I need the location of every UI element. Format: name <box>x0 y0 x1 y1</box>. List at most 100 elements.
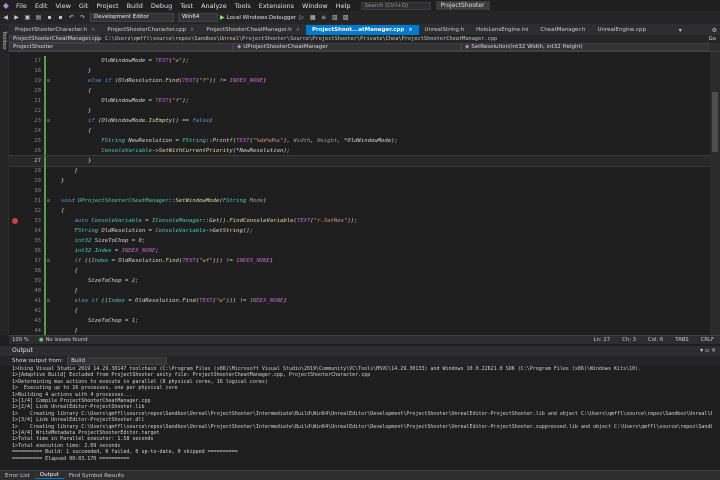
menu-help[interactable]: Help <box>332 2 355 10</box>
close-icon[interactable]: × <box>91 25 95 35</box>
code-line[interactable]: 21 OldWindowMode = TEXT("f"); <box>9 96 710 106</box>
save-all-icon[interactable]: ▪ <box>56 13 65 22</box>
fold-toggle-icon[interactable]: ⊟ <box>47 116 50 126</box>
menu-git[interactable]: Git <box>75 2 92 10</box>
panel-controls-icon[interactable]: ▾ ▫ × <box>700 346 716 356</box>
indent-mode[interactable]: TABS <box>675 337 688 343</box>
code-line[interactable]: 28 } <box>9 166 710 176</box>
open-folder-icon[interactable]: ▤ <box>34 13 43 22</box>
menu-test[interactable]: Test <box>176 2 197 10</box>
code-token: , *OldWindowMode); <box>337 138 398 144</box>
code-line[interactable]: 40 } <box>9 286 710 296</box>
editor-scrollbar[interactable] <box>710 52 720 335</box>
menu-tools[interactable]: Tools <box>231 2 255 10</box>
tab-cheatmanager-cpp[interactable]: ProjectShoot...atManager.cpp × <box>305 25 419 35</box>
code-line[interactable]: 37 ⊟ if ((Index = OldResolution.Find(TEXT… <box>9 256 710 266</box>
code-line[interactable]: 38 { <box>9 266 710 276</box>
code-line[interactable]: 35 int32 SizeToChop = 0; <box>9 236 710 246</box>
code-line[interactable]: 29} <box>9 176 710 186</box>
code-line[interactable]: 18 } <box>9 66 710 76</box>
code-line[interactable]: 33 auto ConsoleVariable = IConsoleManage… <box>9 216 710 226</box>
menu-analyze[interactable]: Analyze <box>197 2 231 10</box>
tab-error-list[interactable]: Error List <box>0 473 35 479</box>
tab-output[interactable]: Output <box>34 472 64 479</box>
close-icon[interactable]: × <box>190 25 194 35</box>
menu-build[interactable]: Build <box>123 2 147 10</box>
code-line[interactable]: 36 int32 Index = INDEX_NONE; <box>9 246 710 256</box>
redo-icon[interactable]: ↷ <box>78 13 87 22</box>
fold-toggle-icon[interactable]: ⊟ <box>47 76 50 86</box>
tab-character-h[interactable]: ProjectShooterCharacter.h × <box>9 25 101 35</box>
close-icon[interactable]: × <box>408 25 412 35</box>
code-line[interactable]: 39 SizeToChop = 2; <box>9 276 710 286</box>
file-dropdown[interactable]: ProjectShooterCheatManager.cpp <box>9 35 102 43</box>
member-dropdown[interactable]: ◆ SetResolution(int32 Width, int32 Height… <box>461 43 709 51</box>
fold-toggle-icon[interactable]: ⊟ <box>47 256 50 266</box>
code-editor[interactable]: 17 OldWindowMode = TEXT("w"); 18 } 19 ⊟ els… <box>9 52 710 335</box>
code-line[interactable]: 32 { <box>9 206 710 216</box>
tab-hololensengine-ini[interactable]: HoloLensEngine.ini <box>470 25 534 35</box>
project-dropdown[interactable]: ProjectShooter <box>9 43 233 51</box>
code-line[interactable]: 20 { <box>9 86 710 96</box>
code-line[interactable]: 25 FString NewResolution = FString::Prin… <box>9 136 710 146</box>
output-source-dropdown[interactable]: Build <box>67 357 168 365</box>
code-line[interactable]: 44 } <box>9 326 710 335</box>
tab-list-chevron-icon[interactable]: ▾ <box>676 25 685 35</box>
menu-file[interactable]: File <box>12 2 31 10</box>
settings-gear-icon[interactable]: ⚙ <box>709 25 720 35</box>
forward-icon[interactable]: ▶ <box>12 13 21 22</box>
tab-unrealengine-cpp[interactable]: UnrealEngine.cpp <box>591 25 652 35</box>
code-line[interactable]: 17 OldWindowMode = TEXT("w"); <box>9 56 710 66</box>
tab-cheatmanager-engine-h[interactable]: CheatManager.h <box>534 25 591 35</box>
menu-edit[interactable]: Edit <box>31 2 52 10</box>
undo-icon[interactable]: ↶ <box>67 13 76 22</box>
save-icon[interactable]: ▪ <box>45 13 54 22</box>
code-text: OldWindowMode = TEXT("f"); <box>61 96 189 106</box>
tab-find-symbol-results[interactable]: Find Symbol Results <box>64 473 129 479</box>
menu-debug[interactable]: Debug <box>147 2 176 10</box>
line-ending[interactable]: CRLF <box>701 337 714 343</box>
code-line[interactable]: 24 { <box>9 126 710 136</box>
toolbar-icon-4[interactable]: ▧ <box>341 13 350 22</box>
tab-unrealstring-h[interactable]: UnrealString.h <box>419 25 471 35</box>
output-text[interactable]: 1>Using Visual Studio 2019 14.29.30147 t… <box>12 366 712 470</box>
zoom-level[interactable]: 100 % <box>12 337 29 343</box>
configuration-dropdown[interactable]: Development Editor <box>90 13 174 22</box>
code-line[interactable]: 19 ⊟ else if (OldResolution.Find(TEXT("f"… <box>9 76 710 86</box>
close-icon[interactable]: × <box>296 25 300 35</box>
tab-cheatmanager-h[interactable]: ProjectShooterCheatManager.h × <box>200 25 306 35</box>
code-line[interactable]: 26 ConsoleVariable->SetWithCurrentPriori… <box>9 146 710 156</box>
class-dropdown[interactable]: ◆ UProjectShooterCheatManager <box>233 43 461 51</box>
fold-toggle-icon[interactable]: ⊟ <box>47 196 50 206</box>
back-icon[interactable]: ◀ <box>1 13 10 22</box>
toolbox-strip[interactable]: Toolbox <box>0 25 9 335</box>
fold-toggle-icon[interactable]: ⊟ <box>47 296 50 306</box>
scrollbar-thumb[interactable] <box>712 92 718 152</box>
toolbar-icon-3[interactable]: ▥ <box>330 13 339 22</box>
menu-project[interactable]: Project <box>92 2 122 10</box>
code-line[interactable]: 41 ⊟ else if ((Index = OldResolution.Find… <box>9 296 710 306</box>
code-line[interactable]: 22 } <box>9 106 710 116</box>
code-line[interactable]: 30 <box>9 186 710 196</box>
code-line[interactable]: 23 ⊟ if (OldWindowMode.IsEmpty() == false… <box>9 116 710 126</box>
run-without-debug-icon[interactable]: ▷ <box>297 13 306 22</box>
code-line[interactable]: 43 SizeToChop = 1; <box>9 316 710 326</box>
local-debugger-button[interactable]: ▶ Local Windows Debugger <box>220 14 296 21</box>
issues-status[interactable]: No issues found <box>45 337 87 343</box>
menu-view[interactable]: View <box>51 2 74 10</box>
tab-character-cpp[interactable]: ProjectShooterCharacter.cpp × <box>101 25 200 35</box>
new-file-icon[interactable]: ▣ <box>23 13 32 22</box>
code-line[interactable]: 34 FString OldResolution = ConsoleVariab… <box>9 226 710 236</box>
toolbar-icon-2[interactable]: ≡ <box>319 13 328 22</box>
code-line[interactable]: 27 } <box>9 155 710 167</box>
toolbar-icon-1[interactable]: ▦ <box>308 13 317 22</box>
menu-extensions[interactable]: Extensions <box>255 2 298 10</box>
platform-dropdown[interactable]: Win64 <box>178 13 218 22</box>
search-input[interactable]: Search (Ctrl+Q) <box>360 1 431 10</box>
go-button[interactable]: Go <box>709 36 716 42</box>
class-label: UProjectShooterCheatManager <box>243 44 328 50</box>
menu-window[interactable]: Window <box>298 2 332 10</box>
code-token: TEXT <box>182 78 196 84</box>
code-line[interactable]: 31 ⊟ void UProjectShooterCheatManager::Set… <box>9 196 710 206</box>
code-line[interactable]: 42 { <box>9 306 710 316</box>
